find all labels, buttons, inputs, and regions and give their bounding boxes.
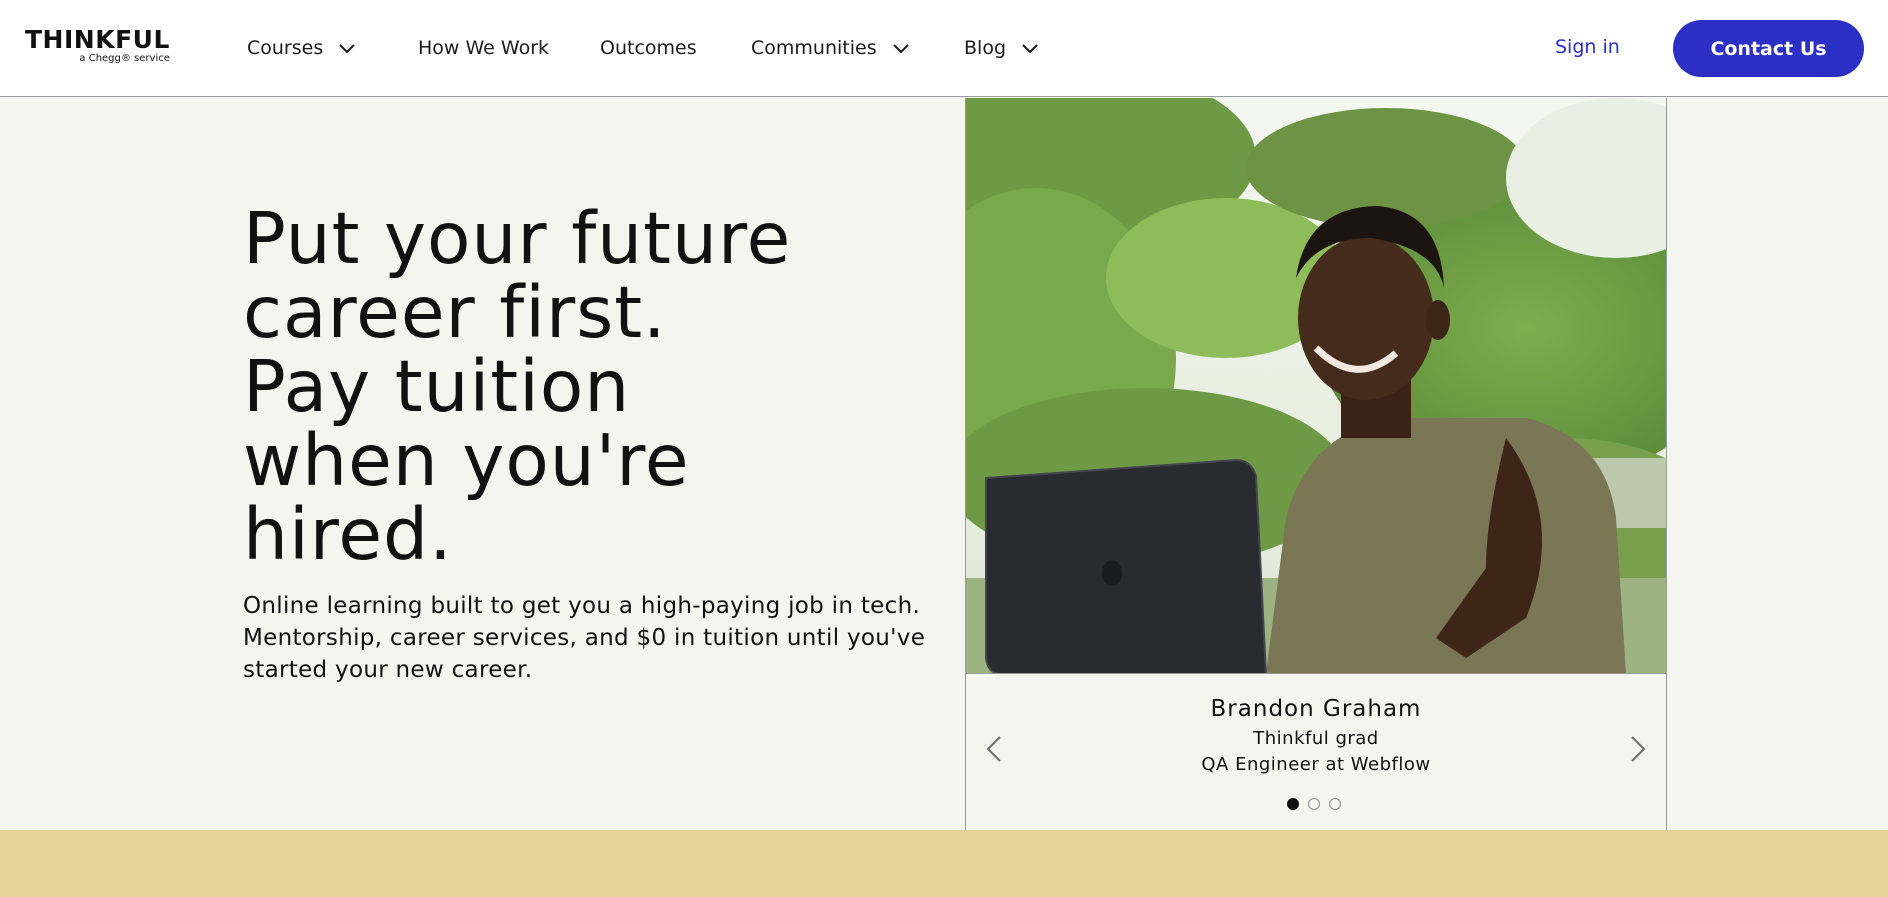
carousel-dot[interactable] (1329, 798, 1341, 810)
testimonial-job: QA Engineer at Webflow (1201, 754, 1431, 775)
carousel-dot[interactable] (1287, 798, 1299, 810)
nav-communities[interactable]: Communities (751, 36, 911, 60)
testimonial-photo (966, 98, 1666, 674)
logo-tagline: a Chegg® service (79, 53, 170, 64)
nav-blog-label: Blog (964, 37, 1006, 59)
nav-outcomes-label: Outcomes (600, 37, 697, 59)
site-header: THINKFUL a Chegg® service Courses How We… (0, 0, 1888, 97)
hero-subtext: Online learning built to get you a high-… (243, 593, 926, 683)
nav-how-we-work[interactable]: How We Work (418, 36, 549, 60)
chevron-down-icon (339, 44, 355, 54)
nav-communities-label: Communities (751, 37, 877, 59)
logo-wordmark: THINKFUL (25, 25, 170, 54)
thinkful-logo[interactable]: THINKFUL a Chegg® service (25, 25, 170, 64)
nav-courses-label: Courses (247, 37, 324, 59)
sign-in-link[interactable]: Sign in (1555, 36, 1620, 58)
chevron-down-icon (1022, 44, 1038, 54)
carousel-indicators (1287, 798, 1341, 810)
nav-blog[interactable]: Blog (964, 36, 1040, 60)
hero-headline: Put your future career first. Pay tuitio… (243, 197, 792, 576)
nav-how-we-work-label: How We Work (418, 37, 550, 59)
chevron-down-icon (892, 44, 909, 54)
nav-outcomes[interactable]: Outcomes (600, 36, 697, 60)
contact-us-button[interactable]: Contact Us (1673, 20, 1864, 77)
next-section-band (0, 830, 1888, 897)
nav-courses[interactable]: Courses (247, 36, 357, 60)
carousel-dot[interactable] (1308, 798, 1320, 810)
testimonial-carousel: Brandon Graham Thinkful grad QA Engineer… (965, 98, 1667, 830)
testimonial-name: Brandon Graham (1210, 696, 1422, 722)
testimonial-role: Thinkful grad (1253, 728, 1379, 749)
graduate-photo-illustration (966, 98, 1666, 673)
